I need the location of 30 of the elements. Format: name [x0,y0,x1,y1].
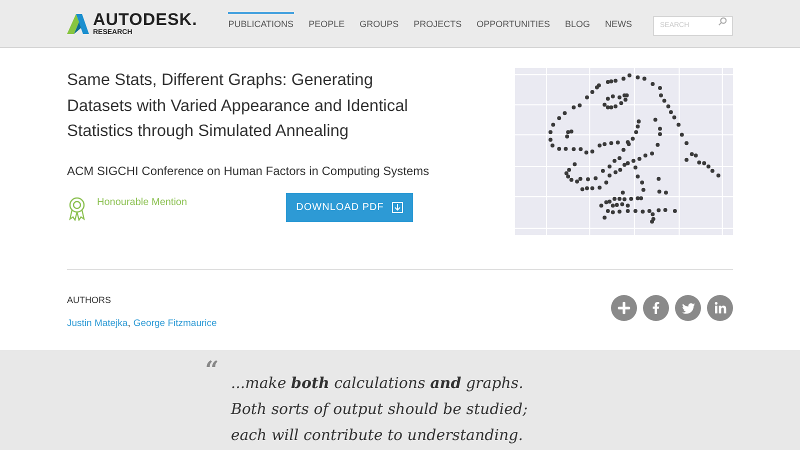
download-icon [392,202,403,212]
nav-link[interactable]: GROUPS [360,12,399,36]
conference-name: ACM SIGCHI Conference on Human Factors in Computing Systems [67,162,427,180]
award-label: Honourable Mention [97,196,188,210]
nav-link[interactable]: PROJECTS [414,12,462,36]
author-separator: , [128,316,130,330]
plus-icon [617,301,631,315]
share-button[interactable] [675,295,701,321]
award-ribbon-icon [67,196,87,220]
nav-link[interactable]: PEOPLE [308,12,345,36]
author-link[interactable]: Justin Matejka [67,316,128,331]
search-icon [718,17,727,26]
logo-wordmark: AUTODESK. [93,11,198,28]
facebook-icon [650,302,662,314]
download-pdf-button[interactable]: DOWNLOAD PDF [286,192,413,222]
logo-icon [67,12,89,34]
share-button[interactable] [707,295,733,321]
quote-mark: “ [205,358,219,386]
nav-link[interactable]: PUBLICATIONS [228,12,294,36]
linkedin-icon [714,302,726,314]
publication-title: Same Stats, Different Graphs: Generating Datasets with Varied Appearance and Identical Statistics through Simulated Annealing [67,70,409,142]
nav-link[interactable]: BLOG [564,12,590,36]
quote-text: ...make both calculations and graphs. Both sorts of output should be studied; each will contribute to understanding. [230,373,529,446]
authors-heading: AUTHORS [67,294,112,307]
author-link[interactable]: George Fitzmaurice [133,316,217,331]
twitter-icon [682,302,694,314]
nav-link[interactable]: OPPORTUNITIES [476,12,550,36]
nav-link[interactable]: NEWS [605,12,632,36]
share-button[interactable] [611,295,637,321]
share-button[interactable] [643,295,669,321]
